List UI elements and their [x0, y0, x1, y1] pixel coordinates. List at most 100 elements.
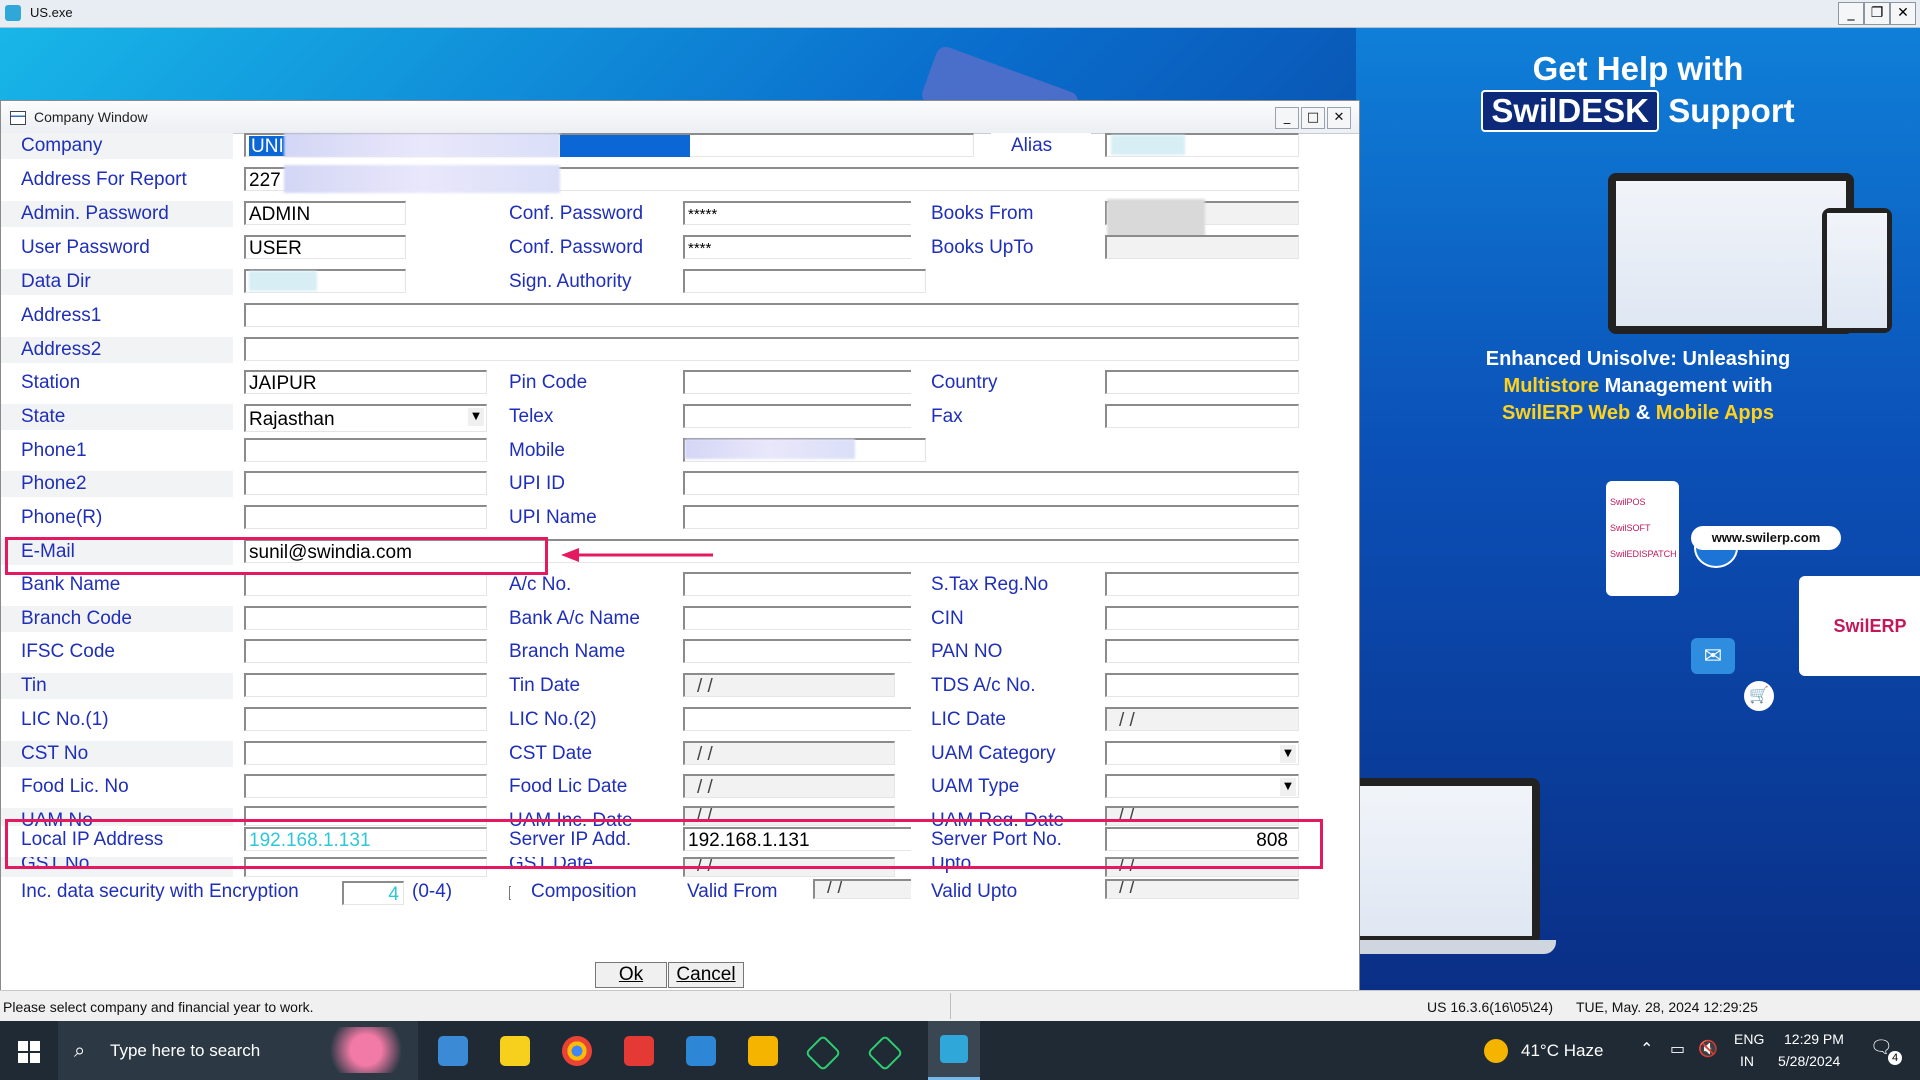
cst-date-field[interactable]: / / — [683, 741, 895, 765]
taskbar-app-icon-5[interactable] — [686, 1036, 716, 1066]
phone-r-field[interactable] — [244, 505, 487, 529]
taskbar-app-icon-1[interactable] — [438, 1036, 468, 1066]
company-selection — [560, 135, 690, 157]
taskbar-search-box[interactable]: ⌕ Type here to search — [58, 1021, 418, 1080]
stax-reg-field[interactable] — [1105, 572, 1299, 596]
uam-type-label: UAM Type — [911, 774, 1093, 800]
telex-field[interactable] — [683, 404, 926, 428]
station-field[interactable]: JAIPUR — [244, 370, 487, 394]
admin-password-field[interactable]: ADMIN — [244, 201, 406, 225]
tds-ac-label: TDS A/c No. — [911, 673, 1093, 699]
apps-card: SwilPOS SwilSOFT SwilEDISPATCH — [1606, 481, 1679, 596]
conf-password-label-2: Conf. Password — [489, 235, 671, 261]
company-window-titlebar: Company Window _ □ ✕ — [1, 101, 1359, 134]
clock-time[interactable]: 12:29 PM — [1784, 1031, 1844, 1047]
books-upto-field[interactable] — [1105, 235, 1299, 259]
taskbar-app-icon-8[interactable] — [866, 1034, 904, 1072]
valid-from-field[interactable]: / / — [813, 879, 925, 899]
conf-password-field-2[interactable]: **** — [683, 235, 926, 259]
pan-no-label: PAN NO — [911, 639, 1093, 665]
fax-label: Fax — [911, 404, 1093, 430]
app-titlebar: US.exe _ ❐ ✕ — [0, 0, 1920, 28]
bank-ac-name-field[interactable] — [683, 606, 926, 630]
uam-type-select[interactable]: ▼ — [1105, 774, 1299, 798]
lic1-field[interactable] — [244, 707, 487, 731]
chrome-icon[interactable] — [562, 1036, 592, 1066]
books-upto-label: Books UpTo — [911, 235, 1093, 261]
ip-highlight-box — [5, 819, 1323, 869]
ac-no-label: A/c No. — [489, 572, 671, 598]
weather-text[interactable]: 41°C Haze — [1521, 1041, 1603, 1061]
cw-maximize-button[interactable]: □ — [1301, 107, 1325, 129]
lic-date-label: LIC Date — [911, 707, 1093, 733]
upi-id-field[interactable] — [683, 471, 1299, 495]
chevron-down-icon[interactable]: ▼ — [1280, 745, 1296, 763]
pan-no-field[interactable] — [1105, 639, 1299, 663]
anydesk-icon[interactable] — [624, 1036, 654, 1066]
phone2-field[interactable] — [244, 471, 487, 495]
valid-upto-field[interactable]: / / — [1105, 879, 1299, 899]
country-label: Country — [911, 370, 1093, 396]
sign-authority-label: Sign. Authority — [489, 269, 671, 295]
tin-date-field[interactable]: / / — [683, 673, 895, 697]
lic2-field[interactable] — [683, 707, 926, 731]
minimize-button[interactable]: _ — [1838, 2, 1864, 25]
cw-close-button[interactable]: ✕ — [1327, 107, 1351, 129]
window-icon — [10, 111, 26, 125]
conf-password-field-1[interactable]: ***** — [683, 201, 926, 225]
chevron-down-icon[interactable]: ▼ — [468, 408, 484, 426]
clock-date[interactable]: 5/28/2024 — [1778, 1053, 1840, 1069]
volume-muted-icon[interactable]: 🔇 — [1698, 1039, 1718, 1058]
user-password-field[interactable]: USER — [244, 235, 406, 259]
cw-minimize-button[interactable]: _ — [1275, 107, 1299, 129]
company-window-title: Company Window — [34, 109, 148, 125]
version-text: US 16.3.6(16\05\24) — [1427, 999, 1554, 1015]
status-bar: Please select company and financial year… — [0, 990, 1920, 1022]
chevron-up-icon[interactable]: ⌃ — [1640, 1039, 1653, 1058]
cst-date-label: CST Date — [489, 741, 671, 767]
food-lic-date-field[interactable]: / / — [683, 774, 895, 798]
ok-button[interactable]: Ok — [595, 962, 667, 988]
language-line1[interactable]: ENG — [1734, 1031, 1764, 1047]
sticky-notes-icon[interactable] — [500, 1036, 530, 1066]
weather-icon[interactable] — [1484, 1039, 1508, 1063]
uam-category-label: UAM Category — [911, 741, 1093, 767]
language-line2[interactable]: IN — [1740, 1053, 1754, 1069]
phone1-field[interactable] — [244, 438, 487, 462]
close-button[interactable]: ✕ — [1890, 2, 1916, 25]
uam-category-select[interactable]: ▼ — [1105, 741, 1299, 765]
ac-no-field[interactable] — [683, 572, 926, 596]
windows-start-icon[interactable] — [18, 1041, 40, 1063]
upi-id-label: UPI ID — [489, 471, 671, 497]
sign-authority-field[interactable] — [683, 269, 926, 293]
upi-name-field[interactable] — [683, 505, 1299, 529]
branch-name-field[interactable] — [683, 639, 926, 663]
lic-date-field[interactable]: / / — [1105, 707, 1299, 731]
company-label: Company — [1, 133, 233, 159]
tin-field[interactable] — [244, 673, 487, 697]
admin-password-label: Admin. Password — [1, 201, 233, 227]
composition-label: Composition — [511, 879, 671, 905]
tds-ac-field[interactable] — [1105, 673, 1299, 697]
state-select[interactable]: Rajasthan ▼ — [244, 404, 487, 432]
food-lic-field[interactable] — [244, 774, 487, 798]
file-explorer-icon[interactable] — [748, 1036, 778, 1066]
cancel-button[interactable]: Cancel — [668, 962, 744, 988]
address1-field[interactable] — [244, 303, 1299, 327]
fax-field[interactable] — [1105, 404, 1299, 428]
cin-field[interactable] — [1105, 606, 1299, 630]
chevron-down-icon[interactable]: ▼ — [1280, 778, 1296, 796]
taskbar-app-icon-7[interactable] — [804, 1034, 842, 1072]
network-icon[interactable]: ▭ — [1670, 1039, 1685, 1058]
bank-name-field[interactable] — [244, 572, 487, 596]
promo-line3: SwilERP Web & Mobile Apps — [1502, 402, 1774, 424]
tin-date-label: Tin Date — [489, 673, 671, 699]
restore-button[interactable]: ❐ — [1864, 2, 1890, 25]
taskbar-us-app-active[interactable] — [928, 1021, 980, 1080]
ifsc-field[interactable] — [244, 639, 487, 663]
branch-code-field[interactable] — [244, 606, 487, 630]
address2-field[interactable] — [244, 337, 1299, 361]
cst-no-field[interactable] — [244, 741, 487, 765]
pin-code-field[interactable] — [683, 370, 926, 394]
country-field[interactable] — [1105, 370, 1299, 394]
